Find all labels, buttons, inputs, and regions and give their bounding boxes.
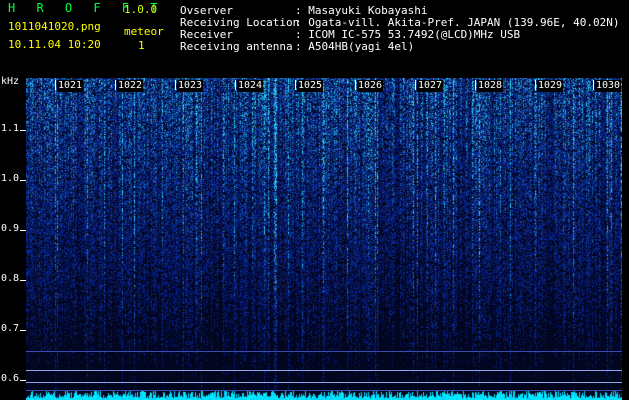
- spectrogram-waterfall[interactable]: [26, 78, 622, 400]
- minute-label: 1028: [477, 80, 504, 92]
- minute-tick: [593, 80, 594, 90]
- baseline-line: [26, 370, 622, 371]
- minute-label: 1023: [177, 80, 204, 92]
- minute-label: 1022: [117, 80, 144, 92]
- minute-tick: [415, 80, 416, 90]
- y-tick-label: 1.1: [1, 123, 20, 134]
- y-tick-label: 1.0: [1, 173, 20, 184]
- minute-label: 1026: [357, 80, 384, 92]
- minute-tick: [235, 80, 236, 90]
- minute-tick: [475, 80, 476, 90]
- y-tick-label: 0.9: [1, 223, 20, 234]
- baseline-line: [26, 390, 622, 391]
- baseline-line: [26, 382, 622, 383]
- minute-tick: [115, 80, 116, 90]
- minute-label: 1024: [237, 80, 264, 92]
- meteor-label: meteor: [124, 25, 164, 38]
- frequency-axis: kHz 1.1 1.0 0.9 0.8 0.7 0.6: [0, 74, 26, 400]
- observation-datetime: 10.11.04 10:20: [8, 38, 101, 51]
- app-version: 1.0.0: [124, 3, 158, 16]
- baseline-line: [26, 351, 622, 352]
- minute-tick: [295, 80, 296, 90]
- image-filename: 1011041020.png: [8, 20, 101, 33]
- antenna-value: : A504HB(yagi 4el): [295, 40, 415, 53]
- minute-tick: [55, 80, 56, 90]
- antenna-label: Receiving antenna: [180, 40, 293, 53]
- minute-label: 1025: [297, 80, 324, 92]
- meteor-count: 1: [138, 39, 145, 52]
- minute-label: 1030: [595, 80, 622, 92]
- minute-label: 1029: [537, 80, 564, 92]
- header-panel: H R O F F T 1.0.0 1011041020.png 10.11.0…: [0, 0, 629, 74]
- minute-tick: [535, 80, 536, 90]
- minute-tick: [175, 80, 176, 90]
- y-tick-label: 0.7: [1, 323, 20, 334]
- y-tick-label: 0.6: [1, 373, 20, 384]
- minute-tick: [355, 80, 356, 90]
- minute-label: 1021: [57, 80, 84, 92]
- axis-unit-label: kHz: [1, 76, 20, 87]
- y-tick-label: 0.8: [1, 273, 20, 284]
- minute-label: 1027: [417, 80, 444, 92]
